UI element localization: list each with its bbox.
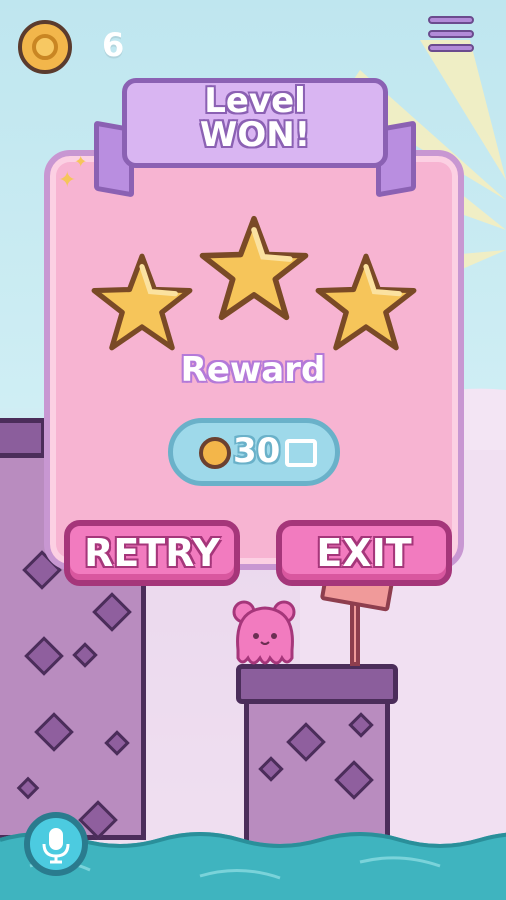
reward-ad-button[interactable]: 30 — [168, 418, 340, 486]
sparkle-icon: ✦ — [74, 152, 88, 171]
star-icon-3 — [315, 253, 417, 351]
reward-label: Reward — [180, 350, 326, 390]
microphone-icon — [42, 828, 70, 864]
star-icon-2 — [199, 215, 309, 321]
coin-icon — [18, 20, 72, 74]
coin-count: 6 — [102, 26, 125, 64]
star-icon-1 — [91, 253, 193, 351]
title-line-2: WON! — [199, 115, 311, 155]
menu-bar — [428, 30, 474, 38]
menu-bar — [428, 16, 474, 24]
retry-button[interactable]: RETRY — [64, 520, 240, 586]
video-ad-icon — [285, 439, 317, 467]
title-line-1: Level — [204, 81, 306, 121]
microphone-button[interactable] — [24, 812, 88, 876]
left-pillar-cap — [0, 418, 46, 458]
coin-icon — [199, 437, 231, 469]
exit-button[interactable]: EXIT — [276, 520, 452, 586]
octopus-character — [232, 600, 296, 665]
menu-bar — [428, 44, 474, 52]
game-scene: 6 ✦ ✦ Level WON! Reward 30 RETRY EXIT — [0, 0, 506, 900]
sparkle-icon: ✦ — [58, 168, 77, 193]
title-banner: Level WON! — [94, 78, 416, 198]
level-won-title: Level WON! — [122, 84, 388, 152]
hamburger-menu-button[interactable] — [428, 16, 474, 54]
reward-amount: 30 — [233, 431, 281, 471]
